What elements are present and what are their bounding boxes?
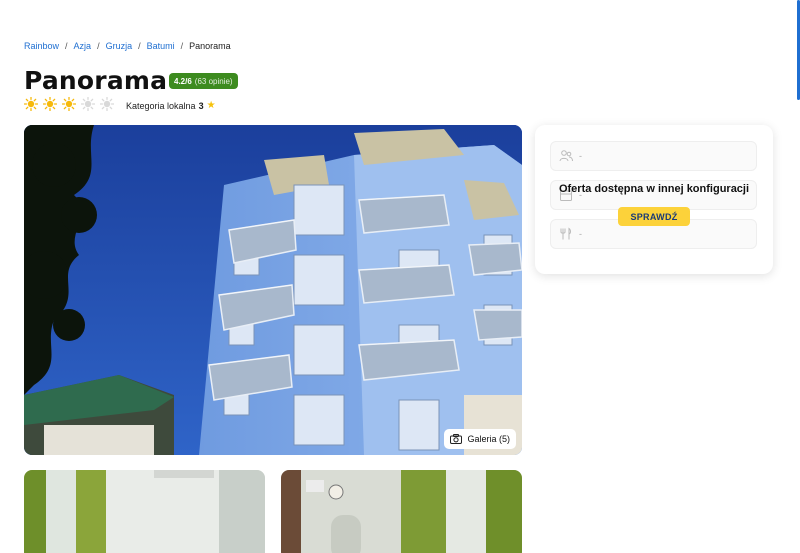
sun-icon: [100, 97, 114, 111]
check-button[interactable]: SPRAWDŹ: [618, 207, 690, 226]
rating-score: 4.2/6: [174, 76, 192, 86]
main-photo[interactable]: Galeria (5): [24, 125, 522, 455]
category-label: Kategoria lokalna: [126, 100, 196, 111]
breadcrumb-separator: /: [65, 41, 68, 51]
offer-card: - - - Oferta dostępna w innej konfigurac…: [535, 125, 773, 274]
sun-icon: [24, 97, 38, 111]
sun-icon: [81, 97, 95, 111]
rating-badge[interactable]: 4.2/6 (63 opinie): [169, 73, 238, 89]
breadcrumb-separator: /: [138, 41, 141, 51]
travelers-value: -: [579, 151, 582, 161]
travelers-field[interactable]: -: [550, 141, 757, 171]
breadcrumb-separator: /: [180, 41, 184, 51]
people-icon: [559, 150, 573, 162]
gallery-button[interactable]: Galeria (5): [444, 429, 516, 449]
sun-icon: [62, 97, 76, 111]
rating-count: (63 opinie): [194, 76, 233, 86]
room-image: [281, 470, 522, 553]
sun-icon: [43, 97, 57, 111]
page-title: Panorama: [24, 66, 168, 95]
cutlery-icon: [560, 227, 571, 240]
gallery-button-label: Galeria (5): [467, 434, 510, 444]
gallery-thumbnail[interactable]: [281, 470, 522, 553]
offer-unavailable-message: Oferta dostępna w innej konfiguracji: [558, 183, 750, 195]
gallery-thumbnail[interactable]: [24, 470, 265, 553]
category-value: 3: [198, 100, 204, 111]
breadcrumb-separator: /: [97, 41, 100, 51]
breadcrumb-link-azja[interactable]: Azja: [74, 41, 92, 51]
breadcrumb-link-gruzja[interactable]: Gruzja: [106, 41, 133, 51]
breadcrumb-link-rainbow[interactable]: Rainbow: [24, 41, 59, 51]
breadcrumb: Rainbow / Azja / Gruzja / Batumi / Panor…: [24, 41, 231, 51]
breadcrumb-link-batumi[interactable]: Batumi: [147, 41, 175, 51]
breadcrumb-current: Panorama: [189, 41, 231, 51]
local-category: Kategoria lokalna 3 ★: [126, 100, 216, 111]
camera-icon: [450, 434, 463, 444]
sun-rating: [24, 97, 114, 111]
room-image: [24, 470, 265, 553]
hotel-building-image: [24, 125, 522, 455]
meal-value: -: [579, 229, 582, 239]
star-icon: ★: [206, 100, 216, 111]
